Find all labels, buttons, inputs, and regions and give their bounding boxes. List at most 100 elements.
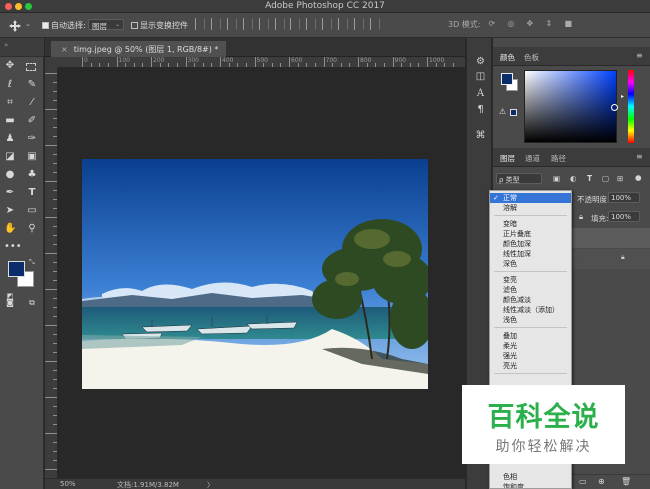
- fill-field[interactable]: 100%: [608, 211, 640, 222]
- lasso-tool-icon[interactable]: ℓ: [4, 79, 16, 91]
- auto-select-target-select[interactable]: 图层 ⌄: [88, 19, 124, 31]
- distribute-right-icon[interactable]: [370, 18, 380, 30]
- chevron-down-icon[interactable]: ⌄: [25, 20, 31, 28]
- marquee-tool-icon[interactable]: [26, 63, 36, 71]
- tab-layers[interactable]: 图层: [500, 153, 515, 164]
- type-tool-icon[interactable]: T: [26, 187, 38, 199]
- blend-mode-option[interactable]: 柔光: [490, 341, 571, 351]
- blur-tool-icon[interactable]: ●: [4, 169, 16, 181]
- blend-mode-option[interactable]: 溶解: [490, 203, 571, 213]
- blend-mode-option[interactable]: 线性减淡（添加）: [490, 305, 571, 315]
- rotate-3d-icon[interactable]: ⟳: [489, 19, 500, 30]
- ruler-origin[interactable]: [45, 57, 58, 68]
- layers-panel-menu-icon[interactable]: ≡: [636, 152, 643, 161]
- zoom-level[interactable]: 50%: [60, 480, 76, 488]
- blend-mode-option[interactable]: 饱和度: [490, 482, 571, 488]
- distribute-bottom-icon[interactable]: [322, 18, 332, 30]
- opacity-field[interactable]: 100%: [608, 192, 640, 203]
- filter-pixel-icon[interactable]: ▣: [553, 174, 560, 183]
- filter-smart-icon[interactable]: ⊞: [617, 174, 623, 183]
- collapse-toolbar-icon[interactable]: »: [4, 41, 8, 49]
- align-top-icon[interactable]: [195, 18, 205, 30]
- blend-mode-option[interactable]: 叠加: [490, 331, 571, 341]
- delete-layer-icon[interactable]: 🗑︎: [621, 477, 631, 486]
- paragraph-panel-icon[interactable]: ¶: [475, 104, 486, 115]
- foreground-color-swatch[interactable]: [8, 261, 25, 277]
- distribute-top-icon[interactable]: [290, 18, 300, 30]
- hue-slider[interactable]: [628, 70, 634, 143]
- color-field[interactable]: [524, 70, 617, 143]
- document-tab[interactable]: × timg.jpeg @ 50% (图层 1, RGB/8#) *: [51, 41, 227, 57]
- slide-3d-icon[interactable]: ⇕: [546, 19, 557, 30]
- vertical-ruler[interactable]: [45, 68, 58, 478]
- horizontal-ruler[interactable]: 0 100 200 300 400 500 600 700 800 900 1000: [58, 57, 465, 68]
- roll-3d-icon[interactable]: ◎: [508, 19, 519, 30]
- rectangle-tool-icon[interactable]: ▭: [26, 205, 38, 217]
- blend-mode-option[interactable]: 正片叠底: [490, 229, 571, 239]
- color-picker-handle[interactable]: [611, 104, 618, 111]
- panel-fg-swatch[interactable]: [501, 73, 513, 85]
- blend-mode-option[interactable]: 浅色: [490, 315, 571, 325]
- scale-3d-icon[interactable]: ■: [565, 19, 576, 30]
- distribute-hcenter-icon[interactable]: [354, 18, 364, 30]
- hue-slider-handle[interactable]: ▸: [621, 93, 624, 100]
- blend-mode-option[interactable]: 变暗: [490, 219, 571, 229]
- filter-toggle-icon[interactable]: ●: [635, 173, 642, 182]
- panel-menu-icon[interactable]: ≡: [636, 51, 643, 60]
- blend-mode-option[interactable]: 变亮: [490, 275, 571, 285]
- character-panel-icon[interactable]: A: [475, 88, 486, 99]
- history-panel-icon[interactable]: ⚙: [475, 56, 486, 67]
- quick-select-tool-icon[interactable]: ✎: [26, 79, 38, 91]
- blend-mode-option[interactable]: 滤色: [490, 285, 571, 295]
- swatches-panel-icon[interactable]: ◫: [475, 71, 486, 82]
- dodge-tool-icon[interactable]: ♣: [26, 169, 38, 181]
- show-transform-checkbox[interactable]: [131, 22, 138, 29]
- distribute-vcenter-icon[interactable]: [306, 18, 316, 30]
- align-bottom-icon[interactable]: [227, 18, 237, 30]
- clone-stamp-icon[interactable]: ♟: [4, 133, 16, 145]
- zoom-tool-icon[interactable]: ⚲: [26, 223, 38, 235]
- swap-colors-icon[interactable]: ⤡: [29, 258, 35, 267]
- tab-color[interactable]: 颜色: [500, 52, 515, 63]
- close-document-icon[interactable]: ×: [61, 45, 68, 54]
- document-image[interactable]: [82, 159, 428, 389]
- layer-kind-filter[interactable]: ρ 类型: [496, 173, 542, 184]
- history-brush-icon[interactable]: ✑: [26, 133, 38, 145]
- tab-swatches[interactable]: 色板: [524, 52, 539, 63]
- brush-tool-icon[interactable]: ✐: [26, 115, 38, 127]
- distribute-left-icon[interactable]: [338, 18, 348, 30]
- filter-shape-icon[interactable]: ▢: [602, 174, 609, 183]
- eyedropper-tool-icon[interactable]: ⁄: [26, 97, 38, 109]
- align-right-icon[interactable]: [275, 18, 285, 30]
- blend-mode-option[interactable]: 亮光: [490, 361, 571, 371]
- new-group-icon[interactable]: ▭: [579, 477, 587, 486]
- align-left-icon[interactable]: [243, 18, 253, 30]
- screen-mode-icon[interactable]: ⧉: [26, 297, 38, 309]
- blend-mode-option[interactable]: 色相: [490, 472, 571, 482]
- gradient-tool-icon[interactable]: ▣: [26, 151, 38, 163]
- move-tool-icon[interactable]: ✥: [4, 60, 16, 72]
- crop-tool-icon[interactable]: ⌗: [4, 97, 16, 109]
- tab-paths[interactable]: 路径: [551, 153, 566, 164]
- more-tools-icon[interactable]: •••: [4, 241, 22, 253]
- new-layer-icon[interactable]: ⊕: [598, 477, 605, 486]
- blend-mode-option[interactable]: ✓ 正常: [490, 193, 571, 203]
- align-vcenter-icon[interactable]: [211, 18, 221, 30]
- filter-adjust-icon[interactable]: ◐: [570, 174, 577, 183]
- quick-mask-icon[interactable]: ◙: [4, 297, 16, 309]
- status-menu-arrow[interactable]: 〉: [207, 480, 214, 489]
- align-hcenter-icon[interactable]: [259, 18, 269, 30]
- web-safe-swatch[interactable]: [510, 109, 517, 116]
- pen-tool-icon[interactable]: ✒: [4, 187, 16, 199]
- auto-select-checkbox[interactable]: [42, 22, 49, 29]
- lock-all-icon[interactable]: 🔒︎: [579, 212, 583, 222]
- drag-3d-icon[interactable]: ✥: [527, 19, 538, 30]
- properties-panel-icon[interactable]: ⌘: [475, 130, 486, 141]
- hand-tool-icon[interactable]: ✋: [4, 223, 16, 235]
- blend-mode-option[interactable]: 强光: [490, 351, 571, 361]
- eraser-tool-icon[interactable]: ◪: [4, 151, 16, 163]
- tab-channels[interactable]: 通道: [525, 153, 540, 164]
- move-tool-preset-icon[interactable]: [9, 20, 21, 32]
- blend-mode-option[interactable]: 颜色减淡: [490, 295, 571, 305]
- healing-brush-icon[interactable]: ▬: [4, 115, 16, 127]
